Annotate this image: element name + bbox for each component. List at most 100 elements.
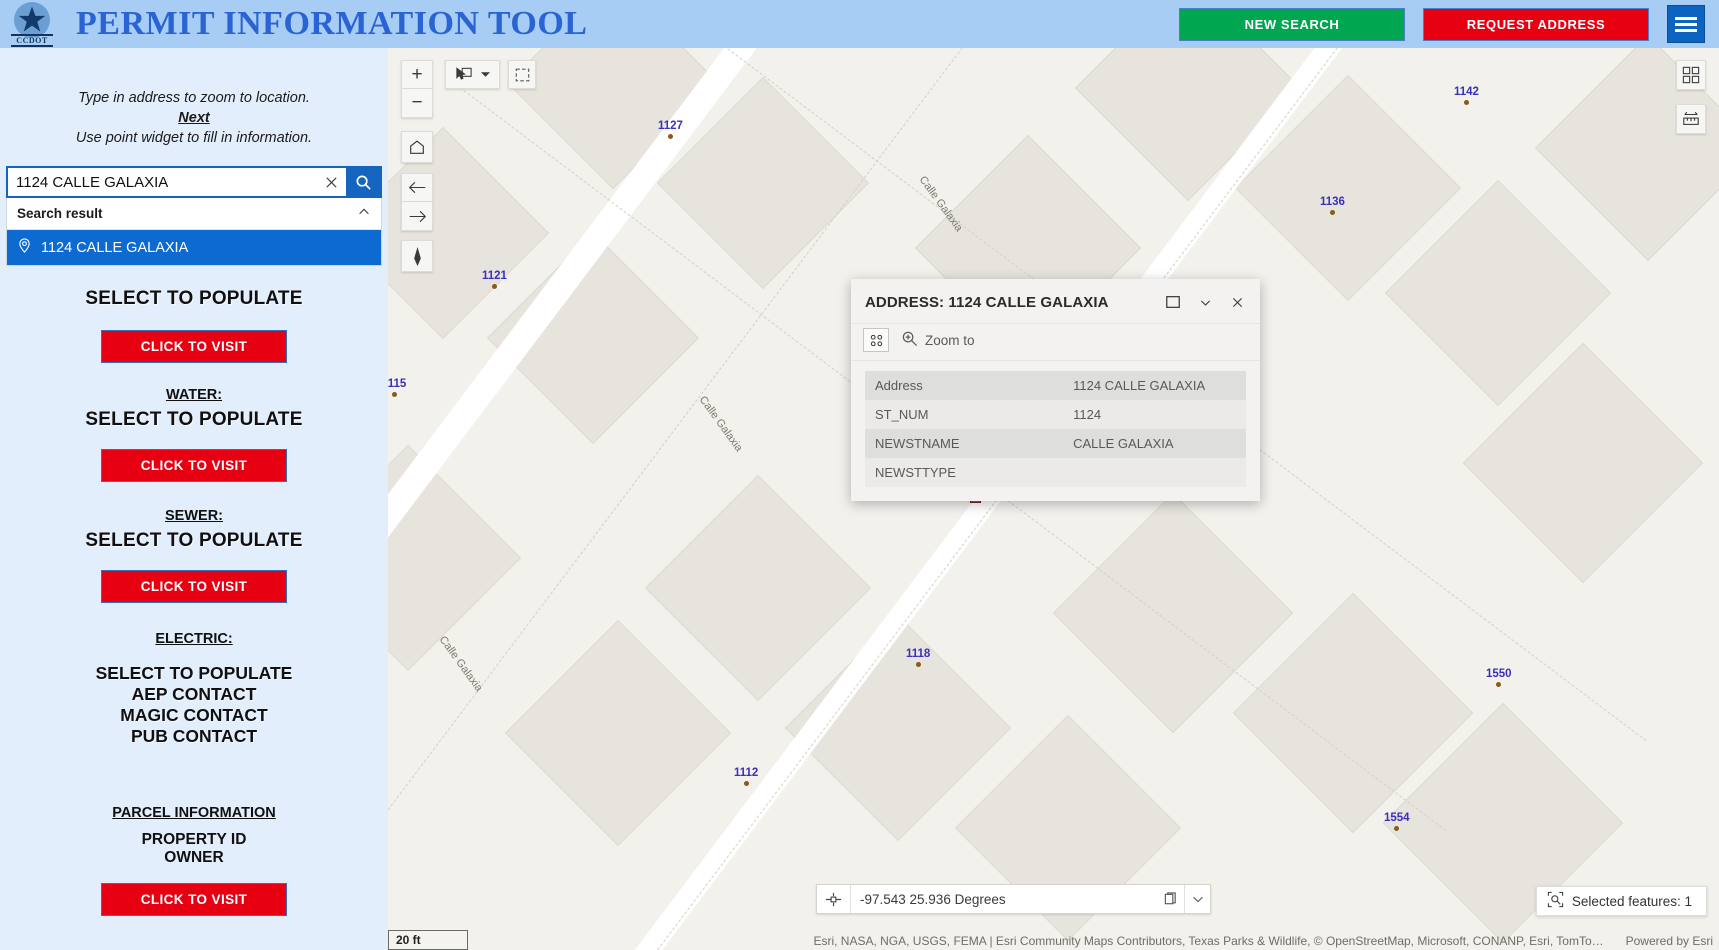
search-result-header[interactable]: Search result [7,198,381,230]
zoom-in-button[interactable]: + [401,60,433,89]
address-point[interactable]: 1118 [906,648,930,667]
scale-value: 20 ft [396,933,421,947]
copy-icon[interactable] [1156,891,1184,907]
hint-next-link[interactable]: Next [0,108,388,128]
basemap-gallery-icon[interactable] [1676,60,1706,90]
address-point[interactable]: 1121 [482,270,507,289]
map-pin-icon [17,238,32,257]
header-actions: NEW SEARCH REQUEST ADDRESS [1179,5,1719,43]
address-point-dot [1463,100,1469,105]
logo-text: CCDOT [11,34,53,47]
coordinate-widget[interactable]: -97.543 25.936 Degrees [816,884,1211,914]
search-result-header-label: Search result [17,206,103,221]
address-point[interactable]: 1115 [388,378,406,397]
ccdot-logo: CCDOT [0,0,62,48]
measure-icon[interactable] [1676,104,1706,134]
table-row: NEWSTNAME CALLE GALAXIA [865,429,1246,458]
close-icon[interactable] [1226,291,1248,313]
chevron-up-icon[interactable] [357,205,371,222]
search-row [6,166,382,198]
water-section-title: WATER: [165,387,223,403]
search-input[interactable] [8,168,316,196]
road-label: Calle Galaxia [696,394,745,454]
address-point-label: 1136 [1320,196,1345,208]
selected-features-label: Selected features: 1 [1571,893,1692,909]
attribute-key: NEWSTNAME [865,429,1064,458]
zoom-to-action[interactable]: Zoom to [901,330,975,350]
attribute-key: ST_NUM [865,400,1064,429]
chevron-down-icon[interactable] [481,71,490,78]
table-row: NEWSTTYPE [865,458,1246,487]
attribution-text: Esri, NASA, NGA, USGS, FEMA | Esri Commu… [813,934,1604,948]
sidebar-panel: Type in address to zoom to location. Nex… [0,48,388,950]
status-select-to-populate-3: SELECT TO POPULATE [85,530,303,551]
hint-line-1: Type in address to zoom to location. [78,90,310,106]
zoom-controls: + − [401,60,433,118]
feature-popup: ADDRESS: 1124 CALLE GALAXIA Zoom to Addr… [851,279,1260,501]
popup-title: ADDRESS: 1124 CALLE GALAXIA [865,293,1109,311]
address-search-widget: Search result 1124 CALLE GALAXIA [6,166,382,266]
map-view[interactable]: Calle Galaxia Calle Galaxia Calle Galaxi… [388,48,1719,950]
address-point-dot [1496,682,1502,687]
menu-icon[interactable] [1667,5,1705,43]
address-point[interactable]: 1136 [1320,196,1345,215]
search-results: Search result 1124 CALLE GALAXIA [6,198,382,266]
close-icon[interactable] [316,168,346,196]
address-point[interactable]: 1127 [658,120,683,139]
address-point-label: 1142 [1454,86,1479,98]
attribute-key: Address [865,371,1064,400]
address-point[interactable]: 1142 [1454,86,1479,105]
grid-view-icon[interactable] [863,328,889,352]
rectangle-select-icon[interactable] [508,60,536,89]
request-address-button[interactable]: REQUEST ADDRESS [1423,7,1649,41]
select-tool-icon[interactable] [445,60,500,89]
arrow-left-icon[interactable] [401,173,433,202]
address-point-label: 1112 [734,767,759,779]
address-point[interactable]: 1112 [734,767,758,786]
coordinate-value: -97.543 25.936 Degrees [860,891,1006,907]
home-icon[interactable] [401,131,433,163]
address-point[interactable]: 1554 [1384,812,1410,831]
electric-line-3: PUB CONTACT [130,726,258,746]
chevron-down-icon[interactable] [1194,291,1216,313]
new-search-button[interactable]: NEW SEARCH [1179,7,1405,41]
address-point[interactable]: 1550 [1486,668,1512,687]
click-to-visit-button-3[interactable]: CLICK TO VISIT [101,570,287,603]
road-label: Calle Galaxia [436,634,485,694]
click-to-visit-button-parcel[interactable]: CLICK TO VISIT [101,883,287,916]
address-point-label: 1127 [658,120,683,132]
search-icon[interactable] [346,168,380,196]
click-to-visit-button-2[interactable]: CLICK TO VISIT [101,449,287,482]
scale-bar: 20 ft [388,930,468,950]
powered-by-esri: Powered by Esri [1625,934,1713,948]
address-point-label: 1550 [1486,668,1512,680]
selected-features-widget[interactable]: Selected features: 1 [1535,886,1707,916]
arrow-right-icon[interactable] [401,202,433,231]
parcel-owner-label: OWNER [164,849,224,866]
chevron-down-icon[interactable] [1184,885,1210,913]
address-point-dot [1329,210,1335,215]
electric-line-0: SELECT TO POPULATE [95,663,293,683]
hint-line-2: Use point widget to fill in information. [75,130,313,146]
electric-line-2: MAGIC CONTACT [120,705,268,725]
locate-pin-icon[interactable] [401,240,433,272]
attribute-key: NEWSTTYPE [865,458,1064,487]
table-row: ST_NUM 1124 [865,400,1246,429]
zoom-out-button[interactable]: − [401,89,433,118]
address-point-dot [667,134,673,139]
star-icon [18,6,46,32]
status-select-to-populate-1: SELECT TO POPULATE [85,288,303,309]
page-title: PERMIT INFORMATION TOOL [76,5,588,42]
address-point-dot [915,662,921,667]
address-point-dot [491,284,497,289]
zoom-in-magnifier-icon [901,330,918,350]
parcel-polygon [644,474,872,702]
electric-line-1: AEP CONTACT [131,684,257,704]
search-result-item[interactable]: 1124 CALLE GALAXIA [7,230,381,265]
sidebar-hints: Type in address to zoom to location. Nex… [0,48,388,148]
click-to-visit-button-1[interactable]: CLICK TO VISIT [101,330,287,363]
address-point-dot [1394,826,1400,831]
electric-section-title: ELECTRIC: [155,631,233,647]
map-attribution: Esri, NASA, NGA, USGS, FEMA | Esri Commu… [807,932,1719,950]
dock-icon[interactable] [1162,291,1184,313]
